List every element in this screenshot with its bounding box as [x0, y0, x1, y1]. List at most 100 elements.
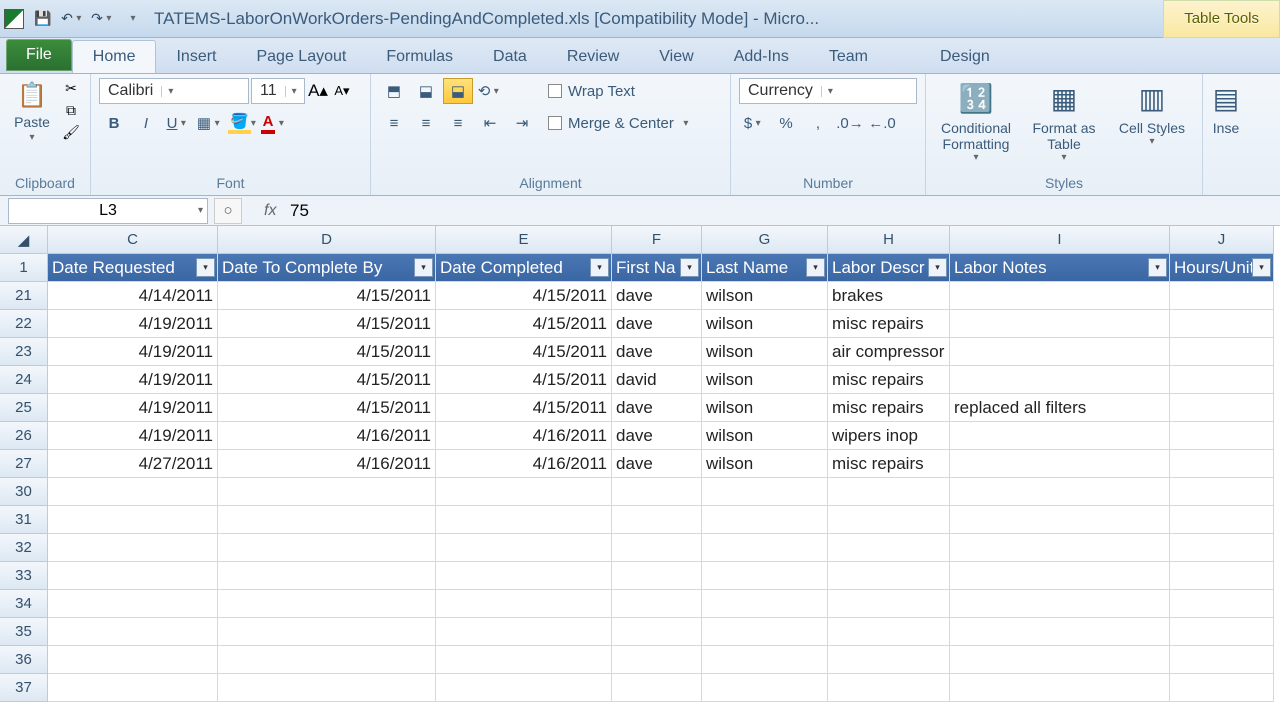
align-bottom-icon[interactable]: ⬓	[443, 78, 473, 104]
row-header[interactable]: 26	[0, 422, 48, 450]
cell[interactable]	[612, 478, 702, 506]
column-header[interactable]: H	[828, 226, 950, 254]
cell[interactable]: air compressor	[828, 338, 950, 366]
cell[interactable]: 4/14/2011	[48, 282, 218, 310]
row-header[interactable]: 22	[0, 310, 48, 338]
filter-button[interactable]: ▾	[196, 258, 215, 277]
cell[interactable]: 4/16/2011	[436, 422, 612, 450]
cell[interactable]	[436, 674, 612, 702]
cell[interactable]	[950, 478, 1170, 506]
cell[interactable]	[950, 282, 1170, 310]
cell[interactable]	[950, 450, 1170, 478]
row-header[interactable]: 33	[0, 562, 48, 590]
cell[interactable]	[1170, 422, 1274, 450]
cell[interactable]: 4/16/2011	[436, 450, 612, 478]
format-painter-icon[interactable]: 🖌	[60, 122, 82, 142]
cell[interactable]: wilson	[702, 338, 828, 366]
cell[interactable]	[950, 590, 1170, 618]
align-top-icon[interactable]: ⬒	[379, 78, 409, 104]
cell[interactable]	[48, 646, 218, 674]
tab-data[interactable]: Data	[473, 41, 547, 73]
formula-input[interactable]	[284, 198, 1280, 224]
row-header[interactable]: 23	[0, 338, 48, 366]
cell[interactable]	[48, 590, 218, 618]
row-header[interactable]: 21	[0, 282, 48, 310]
cell[interactable]	[702, 590, 828, 618]
cell[interactable]	[1170, 534, 1274, 562]
column-header[interactable]: G	[702, 226, 828, 254]
border-button[interactable]: ▦▾	[195, 110, 225, 136]
cell[interactable]	[950, 618, 1170, 646]
cell[interactable]: 4/15/2011	[436, 282, 612, 310]
merge-center-button[interactable]: Merge & Center▾	[541, 110, 699, 136]
cell[interactable]: wilson	[702, 422, 828, 450]
column-header[interactable]: J	[1170, 226, 1274, 254]
undo-icon[interactable]: ↶▾	[60, 7, 86, 31]
row-header[interactable]: 27	[0, 450, 48, 478]
format-as-table-button[interactable]: ▦Format as Table▾	[1022, 78, 1106, 164]
decrease-indent-icon[interactable]: ⇤	[475, 110, 505, 136]
filter-button[interactable]: ▾	[414, 258, 433, 277]
cell[interactable]	[828, 590, 950, 618]
cell[interactable]	[1170, 338, 1274, 366]
cell[interactable]: 4/27/2011	[48, 450, 218, 478]
percent-icon[interactable]: %	[771, 110, 801, 136]
cell[interactable]	[436, 562, 612, 590]
align-center-icon[interactable]: ≡	[411, 110, 441, 136]
cell[interactable]: wilson	[702, 394, 828, 422]
cell[interactable]	[702, 562, 828, 590]
cell[interactable]	[828, 562, 950, 590]
cell[interactable]	[436, 590, 612, 618]
tab-addins[interactable]: Add-Ins	[714, 41, 809, 73]
orientation-icon[interactable]: ⟲▾	[475, 78, 505, 104]
cell[interactable]	[218, 674, 436, 702]
cell[interactable]	[950, 674, 1170, 702]
cell[interactable]	[48, 534, 218, 562]
italic-button[interactable]: I	[131, 110, 161, 136]
cell[interactable]	[218, 618, 436, 646]
worksheet-grid[interactable]: ◢CDEFGHIJ1Date Requested▾Date To Complet…	[0, 226, 1280, 702]
cell[interactable]	[950, 646, 1170, 674]
cell[interactable]	[702, 506, 828, 534]
tab-page-layout[interactable]: Page Layout	[236, 41, 366, 73]
cell[interactable]: 4/19/2011	[48, 366, 218, 394]
cell[interactable]	[950, 366, 1170, 394]
column-header[interactable]: D	[218, 226, 436, 254]
cell[interactable]: 4/15/2011	[436, 394, 612, 422]
cell[interactable]	[612, 646, 702, 674]
cell[interactable]: 4/19/2011	[48, 338, 218, 366]
table-header-cell[interactable]: Labor Descr▾	[828, 254, 950, 282]
row-header[interactable]: 35	[0, 618, 48, 646]
filter-button[interactable]: ▾	[1148, 258, 1167, 277]
filter-button[interactable]: ▾	[680, 258, 699, 277]
align-left-icon[interactable]: ≡	[379, 110, 409, 136]
cell[interactable]: 4/15/2011	[436, 366, 612, 394]
row-header[interactable]: 37	[0, 674, 48, 702]
font-color-button[interactable]: A▾	[259, 110, 289, 136]
cell[interactable]: dave	[612, 338, 702, 366]
wrap-text-button[interactable]: Wrap Text	[541, 78, 699, 104]
cell[interactable]: 4/15/2011	[218, 310, 436, 338]
cell[interactable]: brakes	[828, 282, 950, 310]
cell[interactable]	[218, 590, 436, 618]
cell[interactable]	[612, 534, 702, 562]
tab-formulas[interactable]: Formulas	[366, 41, 473, 73]
row-header[interactable]: 31	[0, 506, 48, 534]
cell[interactable]	[436, 534, 612, 562]
cell[interactable]: dave	[612, 310, 702, 338]
align-middle-icon[interactable]: ⬓	[411, 78, 441, 104]
cell[interactable]	[48, 562, 218, 590]
cell[interactable]: 4/16/2011	[218, 450, 436, 478]
cell[interactable]: wilson	[702, 366, 828, 394]
table-header-cell[interactable]: Date Completed▾	[436, 254, 612, 282]
cell[interactable]	[1170, 366, 1274, 394]
cell[interactable]: dave	[612, 282, 702, 310]
currency-icon[interactable]: $▾	[739, 110, 769, 136]
redo-icon[interactable]: ↷▾	[90, 7, 116, 31]
cell[interactable]	[828, 478, 950, 506]
cell[interactable]	[218, 534, 436, 562]
number-format-combo[interactable]: Currency▾	[739, 78, 917, 104]
font-size-combo[interactable]: 11▾	[251, 78, 305, 104]
cell[interactable]	[1170, 450, 1274, 478]
cell[interactable]	[1170, 618, 1274, 646]
